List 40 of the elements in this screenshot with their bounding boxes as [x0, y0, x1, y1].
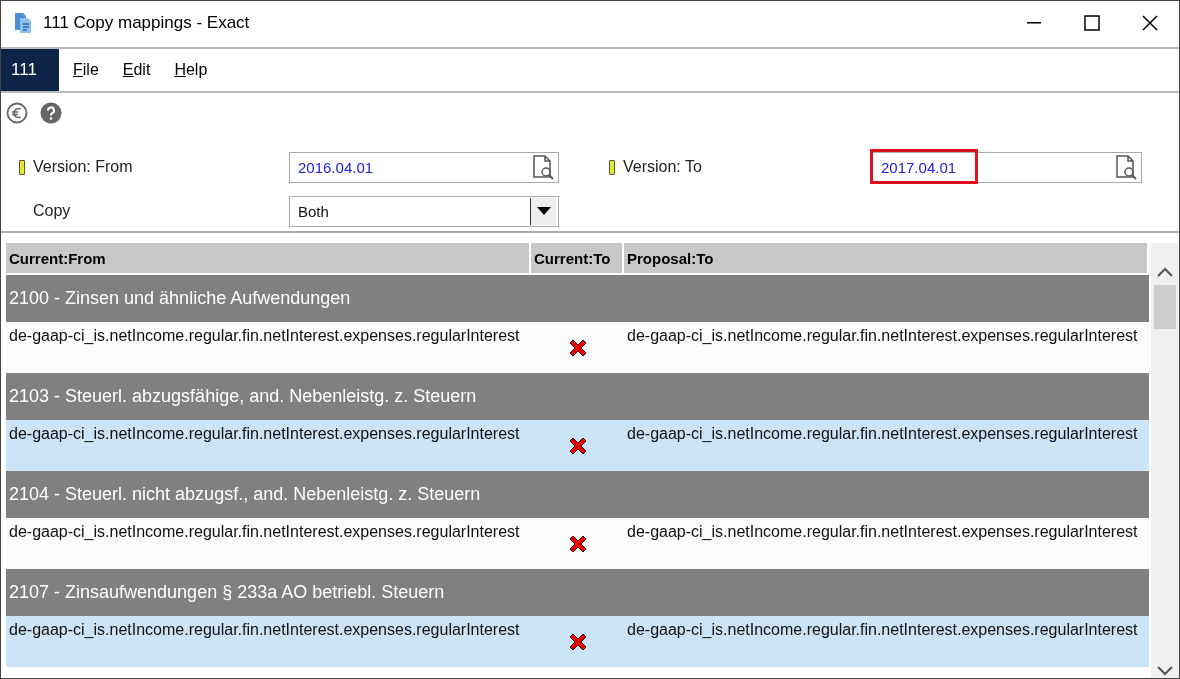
window-title: 111 Copy mappings - Exact [43, 13, 251, 33]
field-label: Version: From [33, 158, 133, 176]
scrollbar-thumb[interactable] [1154, 285, 1176, 329]
lookup-field[interactable]: 2017.04.01 [872, 151, 1142, 183]
scroll-down-icon[interactable] [1157, 666, 1173, 676]
column-header[interactable]: Proposal:To [624, 243, 1149, 275]
group-header-row: 2103 - Steuerl. abzugsfähige, and. Nebenleistg. z. Steuern [6, 373, 1149, 420]
app-icon [13, 12, 33, 34]
lookup-field[interactable]: 2016.04.01 [289, 151, 559, 183]
table-cell-text: de-gaap-ci_is.netIncome.regular.fin.netInterest.expenses.regularInterest [626, 620, 1139, 640]
group-header-row: 2107 - Zinsaufwendungen § 233a AO betriebl. Steuern [6, 569, 1149, 616]
minimize-icon [1027, 22, 1041, 24]
table-cell-text: de-gaap-ci_is.netIncome.regular.fin.netInterest.expenses.regularInterest [8, 424, 521, 444]
dropdown-field[interactable]: Both [289, 195, 559, 227]
scrollbar[interactable] [1151, 243, 1179, 678]
euro-icon[interactable] [6, 102, 28, 124]
table-cell-text: de-gaap-ci_is.netIncome.regular.fin.netInterest.expenses.regularInterest [8, 522, 521, 542]
maximize-icon [1084, 15, 1100, 31]
company-number[interactable]: 111 [1, 49, 59, 91]
group-header-row: 2100 - Zinsen und ähnliche Aufwendungen [6, 275, 1149, 322]
table-cell-text: de-gaap-ci_is.netIncome.regular.fin.netInterest.expenses.regularInterest [626, 326, 1139, 346]
close-icon [1142, 15, 1158, 31]
caret-icon [536, 207, 551, 215]
field-label: Version: To [623, 158, 702, 176]
column-header[interactable]: Current:From [6, 243, 531, 275]
help-icon[interactable] [40, 102, 62, 124]
table-cell-text: de-gaap-ci_is.netIncome.regular.fin.netInterest.expenses.regularInterest [626, 424, 1139, 444]
table-cell-text: de-gaap-ci_is.netIncome.regular.fin.netInterest.expenses.regularInterest [626, 522, 1139, 542]
dropdown-button[interactable] [530, 197, 556, 225]
table-cell-text: de-gaap-ci_is.netIncome.regular.fin.netInterest.expenses.regularInterest [8, 326, 521, 346]
group-header-row: 2104 - Steuerl. nicht abzugsf., and. Nebenleistg. z. Steuern [6, 471, 1149, 518]
field-label: Copy [33, 202, 71, 220]
lookup-icon[interactable] [1113, 154, 1139, 180]
scroll-up-icon[interactable] [1157, 267, 1173, 277]
menu-item[interactable]: Help [164, 61, 218, 79]
menu-item[interactable]: File [63, 61, 109, 79]
menu-item[interactable]: Edit [112, 61, 161, 79]
table-cell-text: de-gaap-ci_is.netIncome.regular.fin.netInterest.expenses.regularInterest [8, 620, 521, 640]
column-header[interactable]: Current:To [531, 243, 624, 275]
lookup-icon[interactable] [530, 154, 556, 180]
